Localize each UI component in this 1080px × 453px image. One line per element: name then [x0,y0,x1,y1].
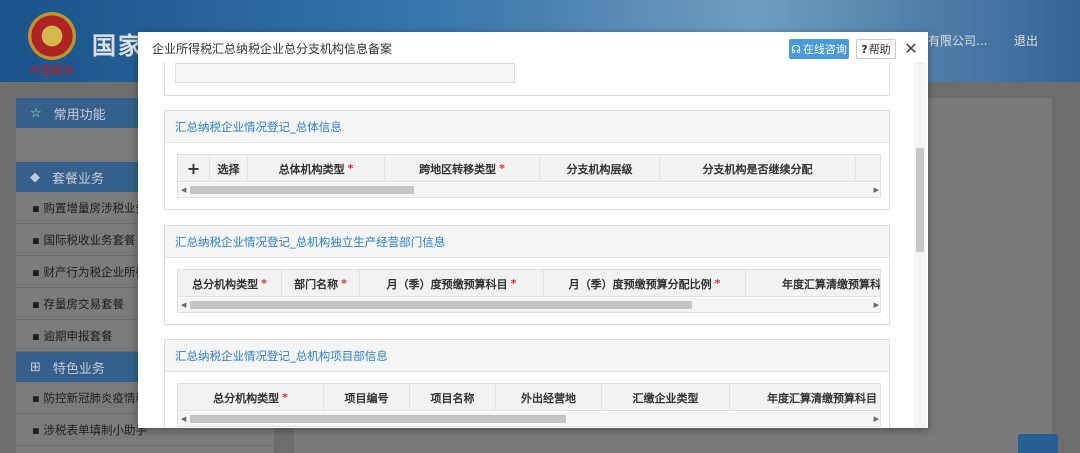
horizontal-scrollbar[interactable]: ◀ ▶ [178,183,880,197]
add-row-button[interactable]: + [178,155,210,182]
filing-dialog: 企业所得税汇总纳税企业总分支机构信息备案 ☊ 在线咨询 ? 帮助 ✕ 汇总纳税企… [138,32,928,428]
section-title: 汇总纳税企业情况登记_总机构独立生产经营部门信息 [165,226,889,258]
department-info-grid: 总分机构类型 * 部门名称 * 月（季）度预缴预算科目 * 月（季）度预缴预算分配比例… [177,269,881,313]
scroll-left-icon[interactable]: ◀ [181,415,186,423]
column-header[interactable]: 总分机构类型 * [178,270,282,297]
faded-input [175,63,515,83]
scroll-right-icon[interactable]: ▶ [874,415,879,423]
scroll-thumb[interactable] [190,301,692,309]
help-button[interactable]: ? 帮助 [856,39,896,59]
section-department-info: 汇总纳税企业情况登记_总机构独立生产经营部门信息 总分机构类型 * 部门名称 * 月… [164,225,890,325]
horizontal-scrollbar[interactable]: ◀ ▶ [178,412,880,426]
column-header[interactable]: 跨地区转移类型 * [385,155,540,182]
previous-panel [164,62,890,96]
column-header[interactable]: 年度汇算清缴预算科目 [730,384,880,411]
column-header[interactable]: 部门名称 * [282,270,360,297]
scroll-left-icon[interactable]: ◀ [181,186,186,194]
online-consult-label: 在线咨询 [802,43,847,56]
column-header[interactable]: 月（季）度预缴预算分配比例 * [544,270,746,297]
column-header[interactable]: 年度汇算清缴预算科 [746,270,880,297]
overall-info-grid: + 选择 总体机构类型 * 跨地区转移类型 * 分支机构层级 分支机构是否继续分配 … [177,154,881,198]
headset-icon: ☊ [791,42,801,56]
project-info-grid: 总分机构类型 * 项目编号 项目名称 外出经营地 汇缴企业类型 年度汇算清缴预算科… [177,383,881,427]
column-header[interactable]: 总体机构类型 * [248,155,385,182]
scroll-left-icon[interactable]: ◀ [181,301,186,309]
help-label: 帮助 [868,43,891,56]
scroll-thumb[interactable] [190,415,566,423]
scroll-right-icon[interactable]: ▶ [874,186,879,194]
horizontal-scrollbar[interactable]: ◀ ▶ [178,298,880,312]
vertical-scrollbar[interactable] [914,62,926,428]
column-header[interactable]: 分支机构是否继续分配 [660,155,856,182]
dialog-title: 企业所得税汇总纳税企业总分支机构信息备案 [152,42,393,56]
grid-header: 总分机构类型 * 项目编号 项目名称 外出经营地 汇缴企业类型 年度汇算清缴预算科… [178,384,880,411]
close-button[interactable]: ✕ [902,38,920,58]
grid-header: + 选择 总体机构类型 * 跨地区转移类型 * 分支机构层级 分支机构是否继续分配 [178,155,880,182]
column-header[interactable]: 分支机构层级 [540,155,660,182]
column-header[interactable]: 月（季）度预缴预算科目 * [360,270,544,297]
column-header[interactable]: 项目编号 [324,384,410,411]
column-header[interactable]: 项目名称 [410,384,496,411]
column-header[interactable]: 总分机构类型 * [178,384,324,411]
question-icon: ? [861,42,868,56]
scroll-thumb[interactable] [190,186,414,194]
section-title: 汇总纳税企业情况登记_总体信息 [165,111,889,143]
column-header[interactable]: 汇缴企业类型 [602,384,730,411]
grid-header: 总分机构类型 * 部门名称 * 月（季）度预缴预算科目 * 月（季）度预缴预算分配比例… [178,270,880,297]
online-consult-button[interactable]: ☊ 在线咨询 [789,39,849,59]
dialog-header: 企业所得税汇总纳税企业总分支机构信息备案 ☊ 在线咨询 ? 帮助 ✕ [138,32,928,62]
section-project-info: 汇总纳税企业情况登记_总机构项目部信息 总分机构类型 * 项目编号 项目名称 外出… [164,339,890,428]
scroll-right-icon[interactable]: ▶ [874,301,879,309]
column-header[interactable]: 外出经营地 [496,384,602,411]
column-header[interactable]: 选择 [210,155,248,182]
dialog-body: 汇总纳税企业情况登记_总体信息 + 选择 总体机构类型 * 跨地区转移类型 * 分支… [138,62,928,428]
section-title: 汇总纳税企业情况登记_总机构项目部信息 [165,340,889,372]
section-overall-info: 汇总纳税企业情况登记_总体信息 + 选择 总体机构类型 * 跨地区转移类型 * 分支… [164,110,890,210]
vertical-scroll-thumb[interactable] [916,148,924,252]
